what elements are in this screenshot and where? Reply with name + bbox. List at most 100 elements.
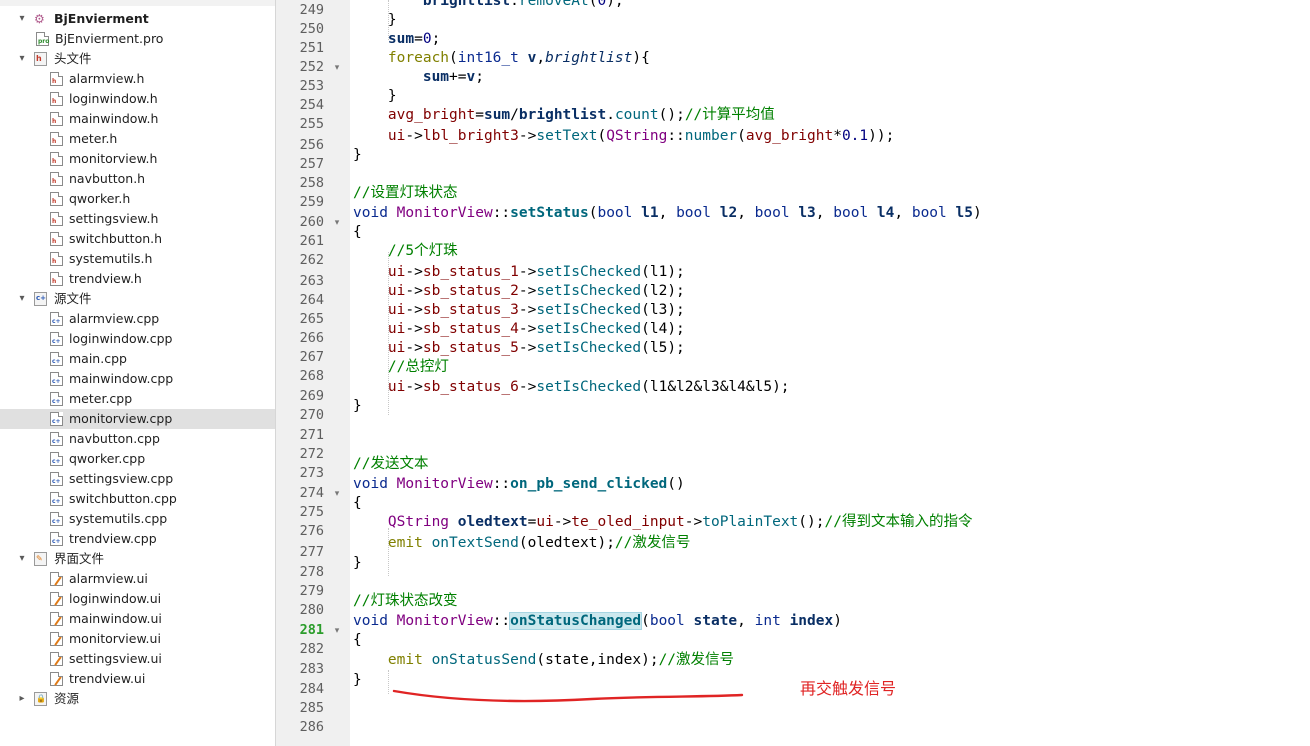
cpp-file-icon: c+ [50, 372, 63, 386]
tree-item-[interactable]: ▾ ✎ 界面文件 [0, 549, 275, 569]
tree-item-label: BjEnvierment [54, 11, 149, 26]
tree-item-meter-h[interactable]: h meter.h [0, 129, 275, 149]
tree-item-monitorview-ui[interactable]: monitorview.ui [0, 629, 275, 649]
code-token: / [510, 107, 519, 124]
tree-item-settingsview-h[interactable]: h settingsview.h [0, 209, 275, 229]
tree-item-settingsview-ui[interactable]: settingsview.ui [0, 649, 275, 669]
code-line[interactable]: //总控灯 [353, 358, 449, 377]
code-line[interactable]: //发送文本 [353, 455, 428, 474]
code-editor[interactable]: brightlist.removeAt(0); } sum=0; foreach… [350, 0, 1310, 746]
tree-item-bjenvierment-pro[interactable]: pro BjEnvierment.pro [0, 29, 275, 49]
tree-item-mainwindow-ui[interactable]: mainwindow.ui [0, 609, 275, 629]
code-token: int [754, 613, 781, 630]
tree-item-qworker-h[interactable]: h qworker.h [0, 189, 275, 209]
code-line[interactable]: ui->sb_status_5->setIsChecked(l5); [353, 339, 685, 358]
code-line[interactable]: } [353, 11, 397, 30]
tree-item-[interactable]: ▸ 🔒 资源 [0, 689, 275, 709]
fold-marker-icon[interactable]: ▾ [332, 484, 342, 503]
tree-item-alarmview-cpp[interactable]: c+ alarmview.cpp [0, 309, 275, 329]
tree-item-qworker-cpp[interactable]: c+ qworker.cpp [0, 449, 275, 469]
code-line[interactable]: } [353, 397, 362, 416]
code-line[interactable]: ui->sb_status_2->setIsChecked(l2); [353, 282, 685, 301]
h-file-icon: h [50, 212, 63, 226]
code-line[interactable]: emit onTextSend(oledtext);//激发信号 [353, 534, 690, 553]
chevron-down-icon[interactable]: ▾ [16, 289, 28, 309]
tree-item-bjenvierment[interactable]: ▾ ⚙ BjEnvierment [0, 9, 275, 29]
tree-item-mainwindow-h[interactable]: h mainwindow.h [0, 109, 275, 129]
code-line[interactable]: } [353, 671, 362, 690]
code-line[interactable]: emit onStatusSend(state,index);//激发信号 [353, 651, 734, 670]
chevron-down-icon[interactable]: ▾ [16, 549, 28, 569]
code-line[interactable]: ui->sb_status_1->setIsChecked(l1); [353, 263, 685, 282]
tree-item-main-cpp[interactable]: c+ main.cpp [0, 349, 275, 369]
chevron-down-icon[interactable]: ▾ [16, 9, 28, 29]
code-token: sb_status_2 [422, 282, 519, 299]
code-token: :: [492, 205, 511, 222]
code-line[interactable]: } [353, 554, 362, 573]
code-token: brightlist [518, 107, 607, 124]
tree-item-systemutils-cpp[interactable]: c+ systemutils.cpp [0, 509, 275, 529]
code-line[interactable]: QString oledtext=ui->te_oled_input->toPl… [353, 513, 973, 532]
tree-item-monitorview-h[interactable]: h monitorview.h [0, 149, 275, 169]
tree-item-trendview-h[interactable]: h trendview.h [0, 269, 275, 289]
tree-item-[interactable]: ▾ c+ 源文件 [0, 289, 275, 309]
tree-item-meter-cpp[interactable]: c+ meter.cpp [0, 389, 275, 409]
tree-item-switchbutton-h[interactable]: h switchbutton.h [0, 229, 275, 249]
tree-item-[interactable]: ▾ h 头文件 [0, 49, 275, 69]
chevron-down-icon[interactable]: ▾ [16, 49, 28, 69]
tree-item-alarmview-h[interactable]: h alarmview.h [0, 69, 275, 89]
tree-item-trendview-ui[interactable]: trendview.ui [0, 669, 275, 689]
code-token: bool [754, 205, 790, 222]
code-line[interactable]: void MonitorView::on_pb_send_clicked() [353, 475, 685, 494]
code-line[interactable]: //灯珠状态改变 [353, 592, 457, 611]
h-file-icon: h [50, 232, 63, 246]
code-line[interactable]: ui->sb_status_6->setIsChecked(l1&l2&l3&l… [353, 378, 790, 397]
code-token: = [414, 31, 423, 48]
code-token: ; [431, 31, 441, 48]
fold-marker-icon[interactable]: ▾ [332, 621, 342, 640]
code-line[interactable]: } [353, 87, 397, 106]
code-line[interactable]: //5个灯珠 [353, 242, 458, 261]
tree-item-loginwindow-h[interactable]: h loginwindow.h [0, 89, 275, 109]
tree-item-switchbutton-cpp[interactable]: c+ switchbutton.cpp [0, 489, 275, 509]
code-token: 0 [597, 0, 607, 9]
tree-item-systemutils-h[interactable]: h systemutils.h [0, 249, 275, 269]
code-line[interactable]: void MonitorView::onStatusChanged(bool s… [353, 612, 842, 631]
tree-item-loginwindow-cpp[interactable]: c+ loginwindow.cpp [0, 329, 275, 349]
tree-item-navbutton-h[interactable]: h navbutton.h [0, 169, 275, 189]
tree-item-monitorview-cpp[interactable]: c+ monitorview.cpp [0, 409, 275, 429]
code-line[interactable]: foreach(int16_t v,brightlist){ [353, 49, 650, 68]
code-line[interactable]: { [353, 631, 362, 650]
tree-item-mainwindow-cpp[interactable]: c+ mainwindow.cpp [0, 369, 275, 389]
chevron-right-icon[interactable]: ▸ [16, 689, 28, 709]
code-line[interactable]: } [353, 146, 362, 165]
tree-item-navbutton-cpp[interactable]: c+ navbutton.cpp [0, 429, 275, 449]
code-line[interactable]: avg_bright=sum/brightlist.count();//计算平均… [353, 106, 775, 125]
h-file-icon: h [50, 112, 63, 126]
code-line[interactable]: { [353, 223, 362, 242]
pro-file-icon: pro [36, 32, 49, 46]
tree-item-alarmview-ui[interactable]: alarmview.ui [0, 569, 275, 589]
code-token: bool [676, 205, 711, 222]
code-line[interactable]: void MonitorView::setStatus(bool l1, boo… [353, 204, 982, 223]
code-line[interactable]: sum=0; [353, 30, 440, 49]
tree-item-loginwindow-ui[interactable]: loginwindow.ui [0, 589, 275, 609]
code-line[interactable]: //设置灯珠状态 [353, 184, 457, 203]
code-line[interactable]: { [353, 494, 362, 513]
tree-item-settingsview-cpp[interactable]: c+ settingsview.cpp [0, 469, 275, 489]
code-token: bool [649, 613, 685, 630]
fold-marker-icon[interactable]: ▾ [332, 213, 342, 232]
tree-item-label: trendview.h [69, 271, 142, 286]
code-line[interactable]: ui->sb_status_3->setIsChecked(l3); [353, 301, 685, 320]
code-line[interactable]: brightlist.removeAt(0); [353, 0, 624, 11]
code-token: } [353, 146, 362, 163]
code-line[interactable]: ui->sb_status_4->setIsChecked(l4); [353, 320, 685, 339]
tree-item-trendview-cpp[interactable]: c+ trendview.cpp [0, 529, 275, 549]
code-token: } [353, 554, 362, 571]
fold-marker-icon[interactable]: ▾ [332, 58, 342, 77]
h-file-icon: h [50, 252, 63, 266]
code-line[interactable]: sum+=v; [353, 68, 484, 87]
code-line[interactable]: ui->lbl_bright3->setText(QString::number… [353, 127, 894, 146]
